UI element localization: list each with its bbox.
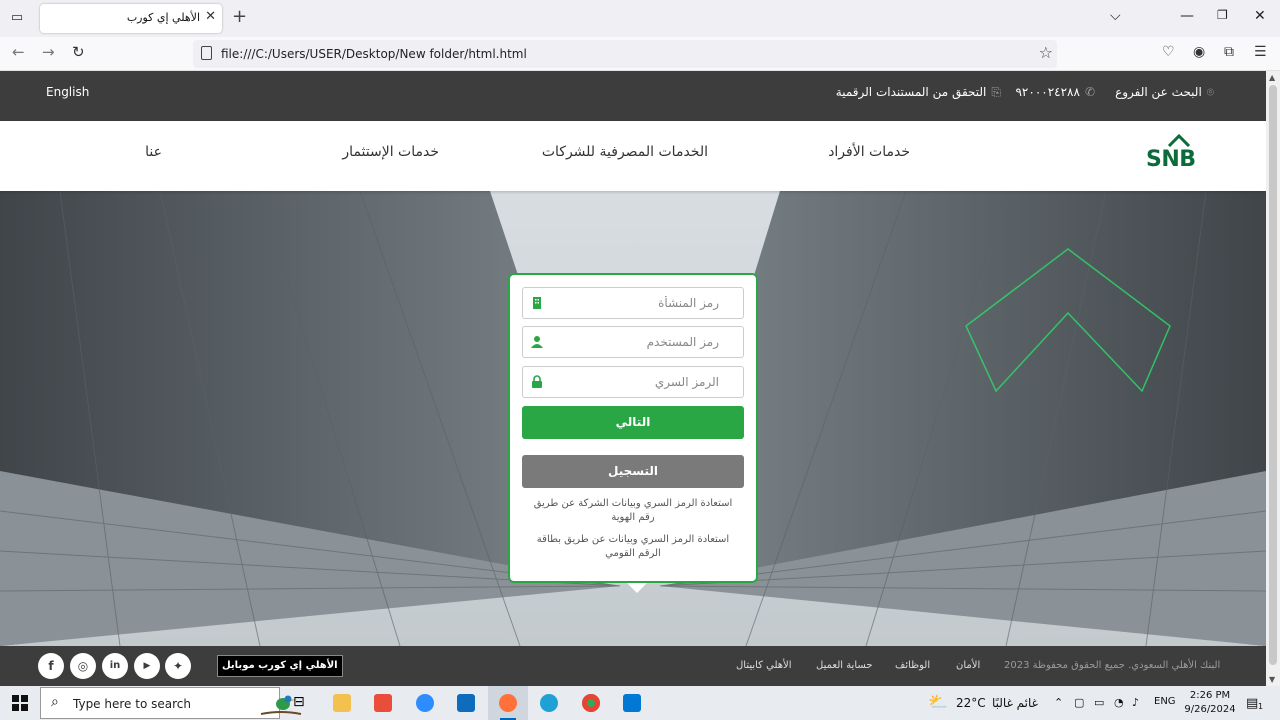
vscode-icon[interactable] <box>612 686 652 720</box>
taskbar-search[interactable]: ⌕ Type here to search <box>40 687 302 719</box>
browser-tab-strip: ▭ الأهلي إي كورب ✕ + ⌵ — ❐ ✕ <box>0 0 1280 37</box>
meet-now-icon[interactable]: ▢ <box>1074 696 1084 709</box>
nav-about[interactable]: عنا <box>145 144 162 160</box>
search-placeholder: Type here to search <box>73 697 191 711</box>
close-tab-icon[interactable]: ✕ <box>205 9 216 24</box>
footer-link-capital[interactable]: الأهلي كابيتال <box>736 660 792 671</box>
logo-mark-icon <box>1167 133 1191 147</box>
menu-icon[interactable]: ☰ <box>1254 44 1267 60</box>
mail-icon[interactable] <box>446 686 486 720</box>
linkedin-icon[interactable]: in <box>102 653 128 679</box>
building-icon <box>533 297 541 309</box>
battery-icon[interactable]: ▭ <box>1094 696 1104 709</box>
nav-individual-services[interactable]: خدمات الأفراد <box>828 144 910 160</box>
back-icon[interactable]: ← <box>12 43 25 61</box>
page-icon <box>201 46 212 60</box>
bookmark-star-icon[interactable]: ☆ <box>1039 43 1053 62</box>
url-text[interactable]: file:///C:/Users/USER/Desktop/New folder… <box>221 47 527 61</box>
password-field[interactable] <box>522 366 744 398</box>
phone-link[interactable]: ✆٩٢٠٠٠٢٤٢٨٨ <box>1015 85 1095 99</box>
main-nav: SNB خدمات الأفراد الخدمات المصرفية للشرك… <box>0 121 1266 191</box>
language-switch[interactable]: English <box>46 85 89 99</box>
register-button[interactable]: التسجيل <box>522 455 744 488</box>
weather-desc[interactable]: غائم غالبًا <box>992 696 1038 710</box>
copyright-text: البنك الأهلي السعودي. جميع الحقوق محفوظة… <box>1004 660 1221 671</box>
extensions-icon[interactable]: ⧉ <box>1224 44 1234 60</box>
date: 9/26/2024 <box>1184 704 1236 715</box>
pocket-icon[interactable]: ♡ <box>1162 44 1175 60</box>
scroll-down-icon[interactable]: ▼ <box>1269 675 1275 684</box>
location-pin-icon: ⌾ <box>1206 85 1214 99</box>
footer-link-security[interactable]: الأمان <box>956 660 980 671</box>
org-code-input[interactable] <box>551 292 719 314</box>
nav-investment-services[interactable]: خدمات الإستثمار <box>342 144 439 160</box>
recover-by-id-link[interactable]: استعادة الرمز السري وبيانات الشركة عن طر… <box>526 497 740 525</box>
org-code-field[interactable] <box>522 287 744 319</box>
next-button[interactable]: التالي <box>522 406 744 439</box>
tab-title: الأهلي إي كورب <box>126 11 200 24</box>
volume-icon[interactable]: ♪ <box>1132 696 1139 709</box>
file-explorer-icon[interactable] <box>322 686 362 720</box>
reload-icon[interactable]: ↻ <box>72 43 85 61</box>
login-card: التالي التسجيل استعادة الرمز السري وبيان… <box>508 273 758 583</box>
web-page: English ⌾البحث عن الفروع ✆٩٢٠٠٠٢٤٢٨٨ ⎘ال… <box>0 71 1266 686</box>
store-icon[interactable] <box>363 686 403 720</box>
browser-tab[interactable]: الأهلي إي كورب ✕ <box>40 4 222 33</box>
notifications-icon[interactable]: ▤ <box>1246 696 1258 711</box>
notification-count: 1 <box>1258 702 1264 711</box>
vertical-scrollbar[interactable]: ▲ ▼ <box>1266 71 1280 686</box>
user-icon <box>531 336 543 348</box>
branch-search-link[interactable]: ⌾البحث عن الفروع <box>1115 85 1214 100</box>
search-icon: ⌕ <box>51 694 59 710</box>
time: 2:26 PM <box>1189 690 1231 701</box>
youtube-icon[interactable]: ▶ <box>134 653 160 679</box>
footer-link-customer-protection[interactable]: حساية العميل <box>816 660 873 671</box>
input-language[interactable]: ENG <box>1154 696 1176 707</box>
lock-icon <box>532 375 542 388</box>
windows-start-icon[interactable] <box>12 695 28 711</box>
mobile-app-button[interactable]: الأهلي إي كورب موبايل <box>217 655 343 677</box>
show-hidden-icons-icon[interactable]: ⌃ <box>1054 696 1063 709</box>
phone-icon: ✆ <box>1084 85 1095 99</box>
weather-temp[interactable]: 22°C <box>956 696 986 710</box>
facebook-icon[interactable]: f <box>38 653 64 679</box>
browser-nav-bar: ← → ↻ file:///C:/Users/USER/Desktop/New … <box>0 37 1280 71</box>
footer-link-careers[interactable]: الوظائف <box>895 660 930 671</box>
password-input[interactable] <box>551 371 719 393</box>
scroll-up-icon[interactable]: ▲ <box>1269 73 1275 82</box>
task-view-icon[interactable]: ⊟ <box>280 686 320 720</box>
clock[interactable]: 2:26 PM 9/26/2024 <box>1180 689 1240 717</box>
twitter-icon[interactable]: ✦ <box>165 653 191 679</box>
top-bar: English ⌾البحث عن الفروع ✆٩٢٠٠٠٢٤٢٨٨ ⎘ال… <box>0 71 1266 121</box>
new-tab-icon[interactable]: + <box>232 6 247 27</box>
weather-icon[interactable]: ⛅ <box>928 692 948 711</box>
user-code-field[interactable] <box>522 326 744 358</box>
verify-documents-link[interactable]: ⎘التحقق من المستندات الرقمية <box>836 85 1001 100</box>
close-window-icon[interactable]: ✕ <box>1254 8 1266 24</box>
nav-corporate-banking[interactable]: الخدمات المصرفية للشركات <box>542 144 708 160</box>
wifi-icon[interactable]: ◔ <box>1114 696 1124 709</box>
scrollbar-thumb[interactable] <box>1269 85 1277 665</box>
user-code-input[interactable] <box>551 331 719 353</box>
forward-icon[interactable]: → <box>42 43 55 61</box>
footer: f ◎ in ▶ ✦ الأهلي إي كورب موبايل الأهلي … <box>0 646 1266 686</box>
zoom-icon[interactable] <box>405 686 445 720</box>
taskbar: ⌕ Type here to search ⊟ ⛅ 22°C غائم غالب… <box>0 686 1280 720</box>
documents-icon: ⎘ <box>991 85 1001 99</box>
chevron-down-icon[interactable]: ⌵ <box>1110 8 1121 24</box>
instagram-icon[interactable]: ◎ <box>70 653 96 679</box>
snb-logo[interactable]: SNB <box>1146 133 1216 177</box>
list-all-tabs-icon[interactable]: ▭ <box>8 10 26 26</box>
edge-icon[interactable] <box>529 686 569 720</box>
url-bar[interactable]: file:///C:/Users/USER/Desktop/New folder… <box>193 40 1057 68</box>
card-pointer <box>627 583 647 593</box>
recover-by-national-card-link[interactable]: استعادة الرمز السري وبيانات عن طريق بطاق… <box>526 533 740 561</box>
account-icon[interactable]: ◉ <box>1193 44 1205 60</box>
minimize-icon[interactable]: — <box>1180 8 1194 24</box>
restore-icon[interactable]: ❐ <box>1217 8 1228 22</box>
chrome-icon[interactable] <box>571 686 611 720</box>
firefox-icon[interactable] <box>488 686 528 720</box>
